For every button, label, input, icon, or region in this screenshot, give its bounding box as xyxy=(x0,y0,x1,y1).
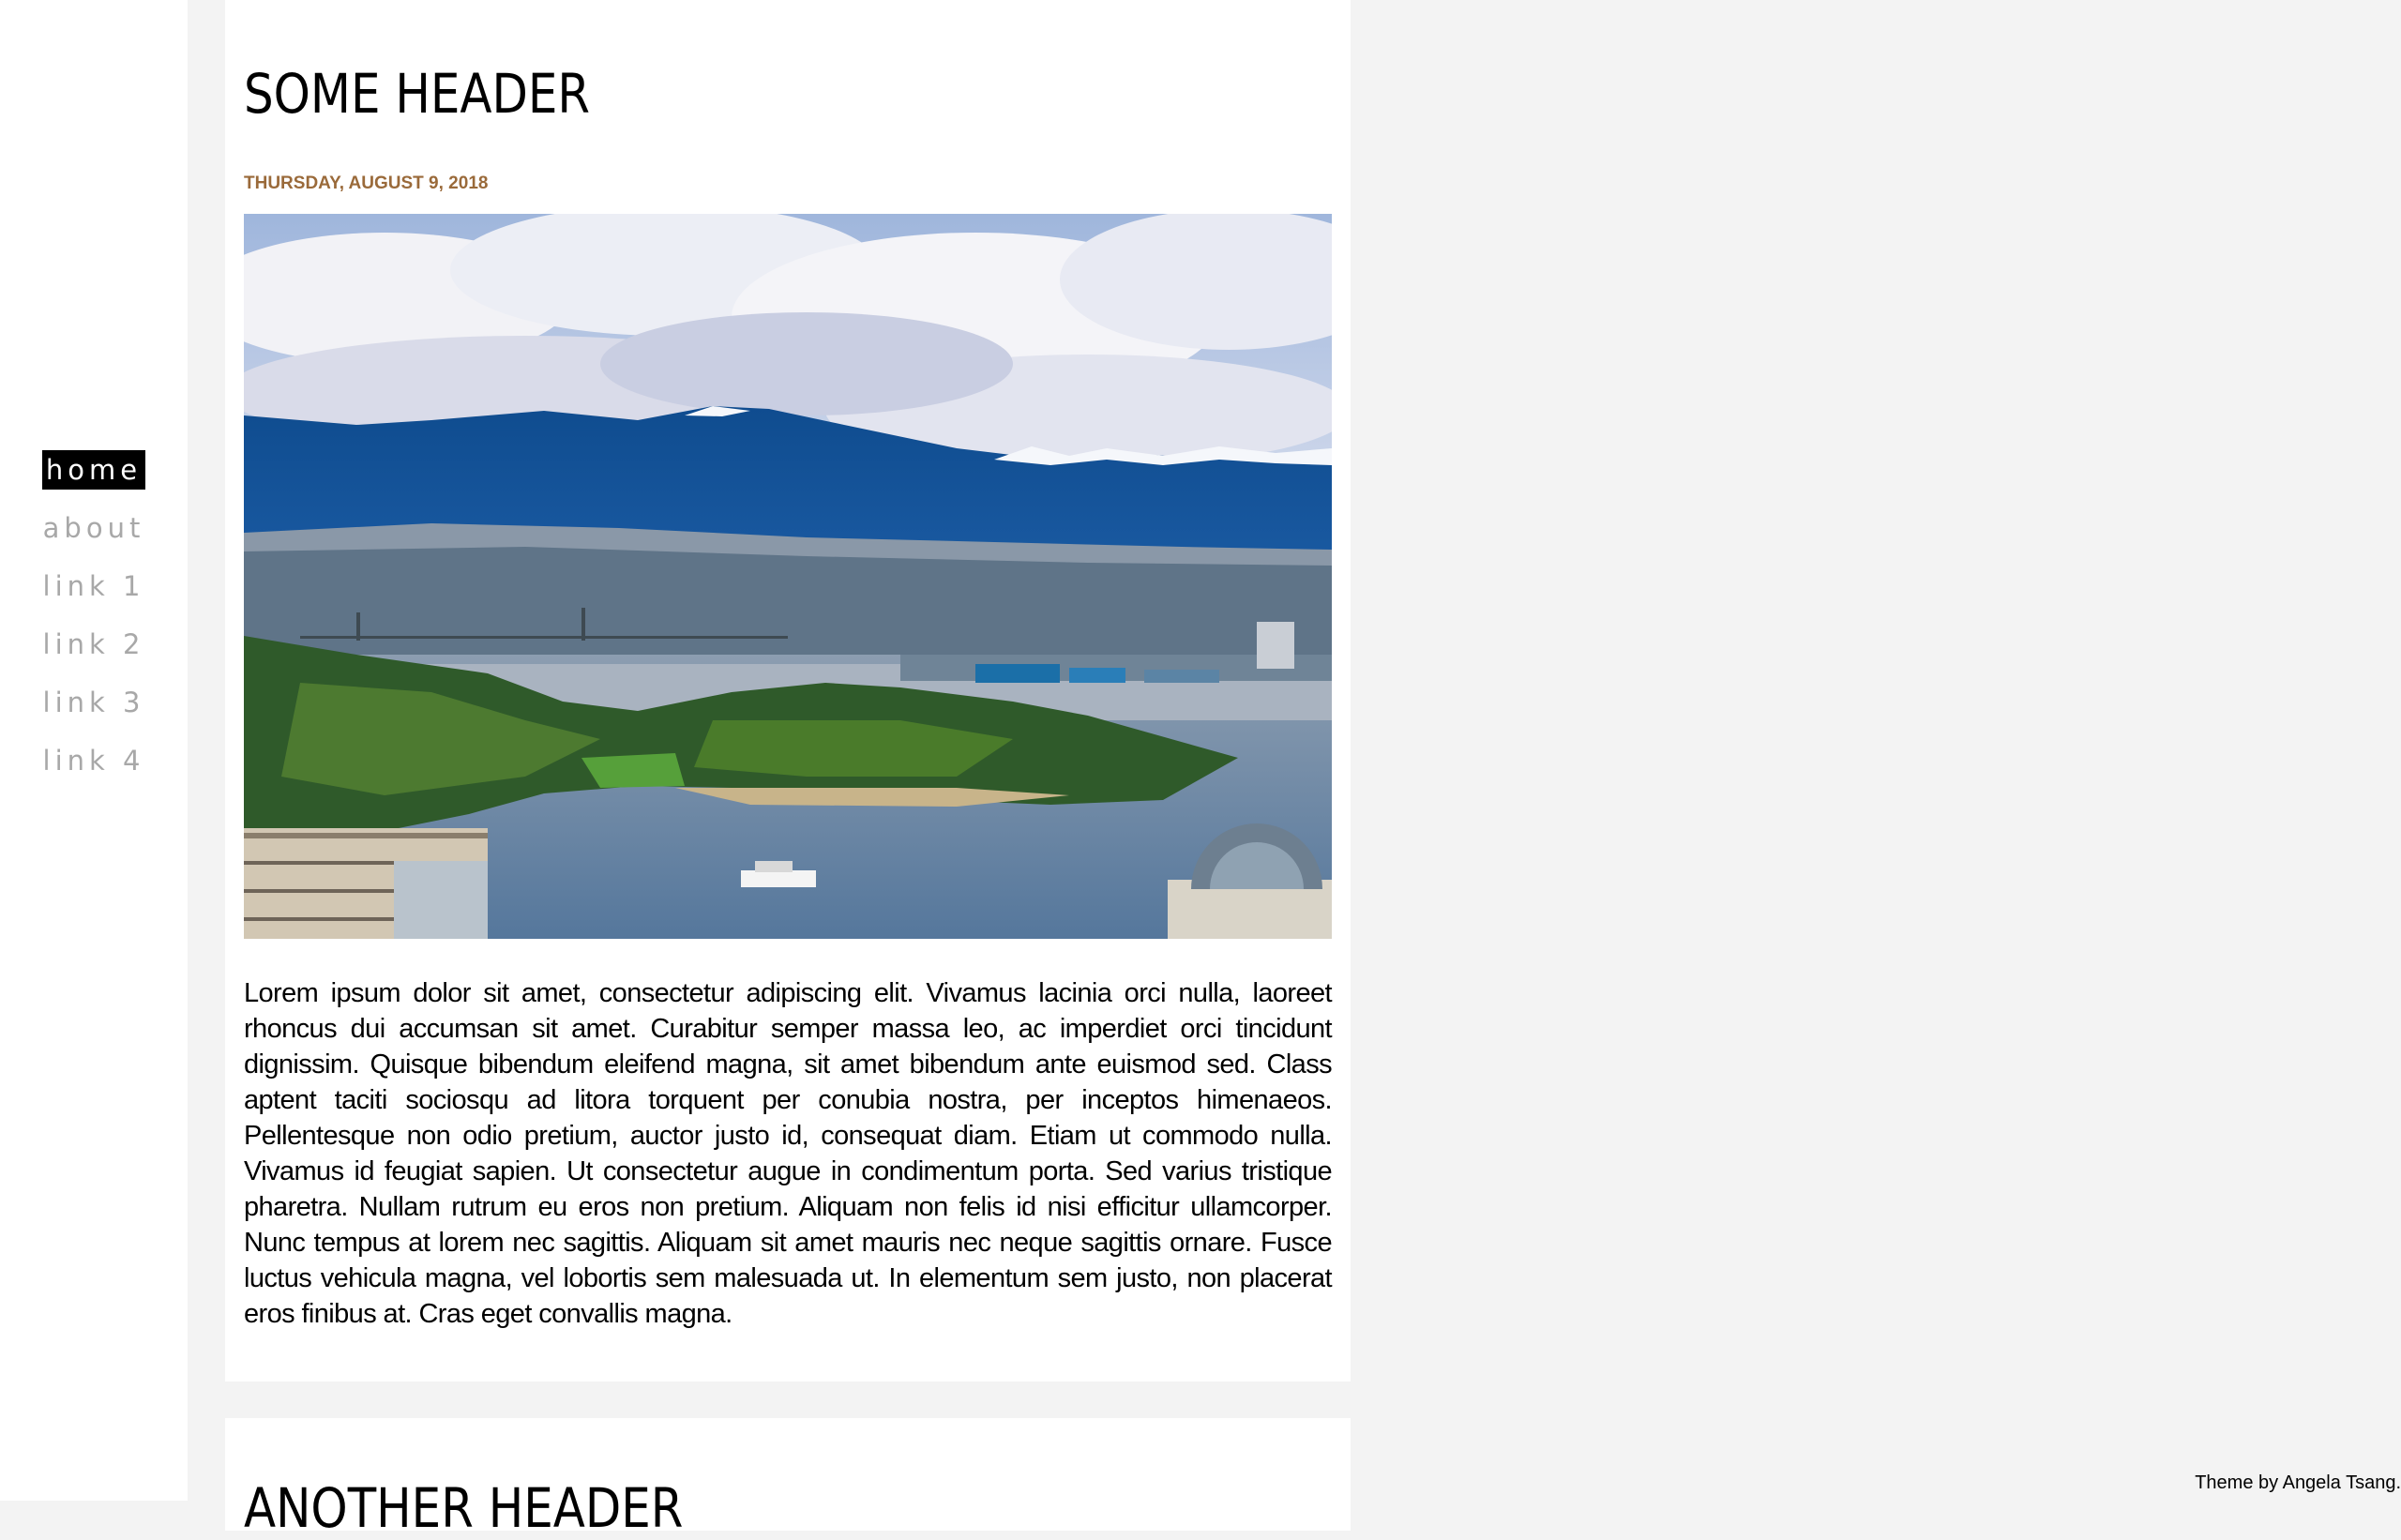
nav-link-link-1[interactable]: link 1 xyxy=(39,566,149,606)
post-title-2[interactable]: ANOTHER HEADER xyxy=(244,1476,683,1540)
post-date: THURSDAY, AUGUST 9, 2018 xyxy=(244,174,489,193)
blog-post: SOME HEADER THURSDAY, AUGUST 9, 2018 Lor… xyxy=(225,0,1351,1381)
post-body: Lorem ipsum dolor sit amet, consectetur … xyxy=(244,978,1333,1329)
nav-item-link-4: link 4 xyxy=(0,741,188,780)
blog-post-2: ANOTHER HEADER xyxy=(225,1418,1351,1540)
nav-link-link-2[interactable]: link 2 xyxy=(39,625,149,664)
nav-link-link-3[interactable]: link 3 xyxy=(39,683,149,722)
nav-item-about: about xyxy=(0,508,188,548)
nav-link-about[interactable]: about xyxy=(39,508,149,548)
nav-item-home: home xyxy=(0,450,188,490)
sidebar: home about link 1 link 2 link 3 link 4 xyxy=(0,0,188,1501)
post-image xyxy=(244,214,1332,939)
nav-item-link-3: link 3 xyxy=(0,683,188,722)
nav-item-link-1: link 1 xyxy=(0,566,188,606)
nav-item-link-2: link 2 xyxy=(0,625,188,664)
nav-link-home[interactable]: home xyxy=(41,450,146,490)
main-nav: home about link 1 link 2 link 3 link 4 xyxy=(0,450,188,799)
post-title[interactable]: SOME HEADER xyxy=(244,62,590,126)
theme-credit: Theme by Angela Tsang. xyxy=(2195,1472,2401,1493)
harbour-mountains-photo xyxy=(244,214,1332,939)
nav-link-link-4[interactable]: link 4 xyxy=(39,741,149,780)
